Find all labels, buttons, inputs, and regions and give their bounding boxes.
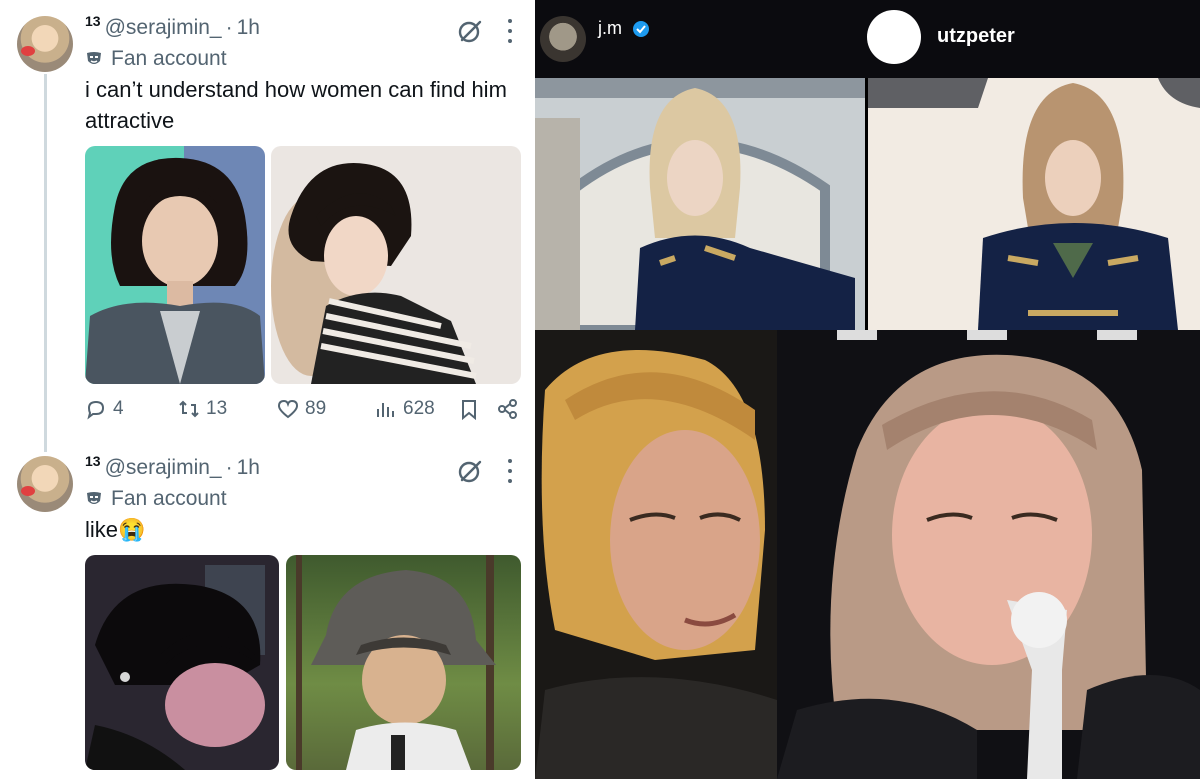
collage-photo-3[interactable] xyxy=(535,330,777,779)
collage-photo-4[interactable] xyxy=(777,330,1200,779)
collage-photo-2[interactable] xyxy=(868,78,1200,330)
share-button[interactable] xyxy=(497,398,519,420)
user-handle[interactable]: @serajimin_ xyxy=(105,16,222,40)
reply-icon xyxy=(87,400,105,420)
profile-username[interactable]: utzpeter xyxy=(937,25,1015,48)
rank-badge: 13 xyxy=(85,453,101,469)
bookmark-icon xyxy=(462,400,476,420)
fan-account-label: Fan account xyxy=(85,487,227,511)
fan-account-label: Fan account xyxy=(85,47,227,71)
fan-account-text: Fan account xyxy=(111,47,227,70)
tweet-actions: 4 13 89 628 xyxy=(85,398,525,426)
timestamp[interactable]: 1h xyxy=(237,456,260,480)
views-icon xyxy=(377,403,394,417)
separator-dot: · xyxy=(225,16,233,39)
bookmark-button[interactable] xyxy=(458,398,480,420)
tweet-photo-2[interactable] xyxy=(271,146,521,384)
tweet-photo-3[interactable] xyxy=(85,555,279,770)
profile-avatar[interactable] xyxy=(867,10,921,64)
profile-username[interactable]: j.m xyxy=(598,18,622,39)
tweet-photo-1[interactable] xyxy=(85,146,265,384)
repost-icon xyxy=(179,400,199,418)
separator-dot: · xyxy=(225,456,233,479)
tweet-thread: 13 @serajimin_ · 1h Fan account i can’t … xyxy=(0,0,535,779)
instagram-collage: j.m utzpeter xyxy=(535,0,1200,779)
ig-header-left: j.m xyxy=(535,0,865,78)
repost-count: 13 xyxy=(206,398,228,419)
like-button[interactable]: 89 xyxy=(277,398,326,420)
verified-badge-icon xyxy=(633,21,649,37)
avatar[interactable] xyxy=(17,16,73,72)
views-count: 628 xyxy=(403,398,435,419)
user-handle[interactable]: @serajimin_ xyxy=(105,456,222,480)
tweet-header: 13 @serajimin_ · 1h xyxy=(85,13,260,40)
more-icon[interactable] xyxy=(507,19,513,43)
timestamp[interactable]: 1h xyxy=(237,16,260,40)
tweet-text: i can’t understand how women can find hi… xyxy=(85,77,507,133)
repost-button[interactable]: 13 xyxy=(178,398,227,420)
heart-icon xyxy=(277,399,299,419)
tweet-photo-4[interactable] xyxy=(286,555,521,770)
like-count: 89 xyxy=(305,398,327,419)
fan-account-text: Fan account xyxy=(111,487,227,510)
reply-count: 4 xyxy=(113,398,124,419)
grok-icon[interactable] xyxy=(457,18,483,44)
collage-photo-1[interactable] xyxy=(535,78,865,330)
mask-icon xyxy=(87,492,101,504)
profile-avatar[interactable] xyxy=(540,16,586,62)
reply-button[interactable]: 4 xyxy=(85,398,124,420)
tweet-header: 13 @serajimin_ · 1h xyxy=(85,453,260,480)
grok-icon[interactable] xyxy=(457,458,483,484)
share-icon xyxy=(498,399,517,419)
views-button[interactable]: 628 xyxy=(375,398,435,420)
avatar[interactable] xyxy=(17,456,73,512)
more-icon[interactable] xyxy=(507,459,513,483)
ig-header-right: utzpeter xyxy=(865,0,1200,78)
thread-connector xyxy=(44,74,47,452)
mask-icon xyxy=(87,52,101,64)
tweet-text: like😭 xyxy=(85,517,146,542)
rank-badge: 13 xyxy=(85,13,101,29)
